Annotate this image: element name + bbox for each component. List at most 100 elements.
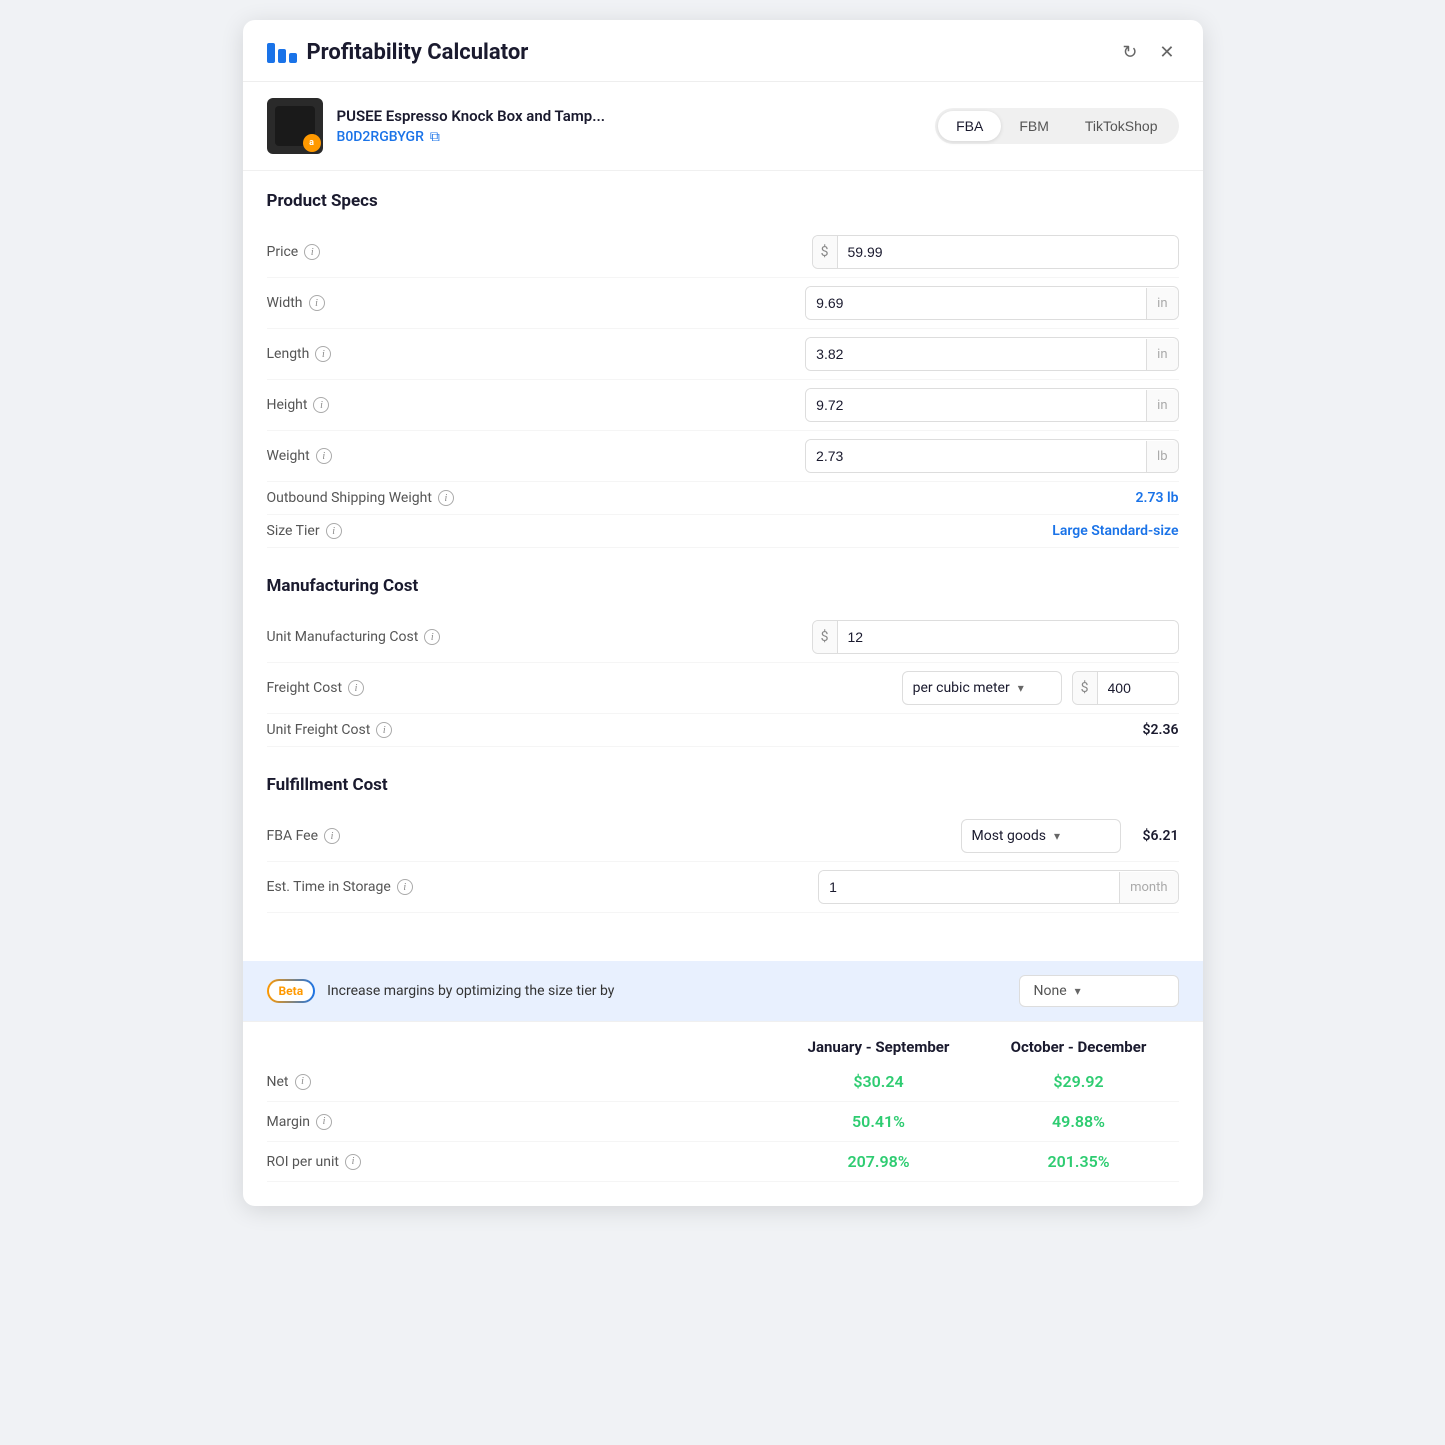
fba-fee-dropdown-value: Most goods bbox=[972, 828, 1046, 844]
length-help-icon: i bbox=[315, 346, 331, 362]
size-tier-value: Large Standard-size bbox=[1052, 523, 1178, 539]
size-tier-row: Size Tier i Large Standard-size bbox=[267, 515, 1179, 548]
weight-input-box: lb bbox=[805, 439, 1178, 473]
content-area: Product Specs Price i $ Width i bbox=[243, 171, 1203, 961]
price-row: Price i $ bbox=[267, 227, 1179, 278]
net-oct-dec-value: $29.92 bbox=[979, 1072, 1179, 1091]
size-tier-help-icon: i bbox=[326, 523, 342, 539]
height-input[interactable] bbox=[806, 389, 1146, 421]
result-row-net: Net i $30.24 $29.92 bbox=[267, 1062, 1179, 1102]
unit-freight-cost-row: Unit Freight Cost i $2.36 bbox=[267, 714, 1179, 747]
height-suffix: in bbox=[1146, 390, 1177, 421]
result-row-margin: Margin i 50.41% 49.88% bbox=[267, 1102, 1179, 1142]
unit-manufacturing-cost-help-icon: i bbox=[424, 629, 440, 645]
tab-fba[interactable]: FBA bbox=[938, 111, 1001, 141]
copy-icon[interactable]: ⧉ bbox=[430, 129, 440, 145]
freight-cost-dropdown[interactable]: per cubic meter ▾ bbox=[902, 671, 1062, 705]
freight-cost-amount-input[interactable] bbox=[1098, 672, 1178, 704]
unit-manufacturing-cost-input-box: $ bbox=[812, 620, 1179, 654]
freight-cost-amount-box: $ bbox=[1072, 671, 1179, 705]
refresh-button[interactable]: ↻ bbox=[1118, 38, 1141, 67]
roi-label: ROI per unit i bbox=[267, 1154, 779, 1170]
unit-freight-cost-help-icon: i bbox=[376, 722, 392, 738]
beta-text: Increase margins by optimizing the size … bbox=[327, 983, 1006, 999]
margin-help-icon: i bbox=[316, 1114, 332, 1130]
weight-label: Weight i bbox=[267, 448, 332, 464]
unit-manufacturing-cost-input[interactable] bbox=[838, 621, 1178, 653]
size-tier-label: Size Tier i bbox=[267, 523, 342, 539]
freight-cost-row: Freight Cost i per cubic meter ▾ $ bbox=[267, 663, 1179, 714]
price-help-icon: i bbox=[304, 244, 320, 260]
est-time-storage-input-box: month bbox=[818, 870, 1178, 904]
fulfillment-cost-title: Fulfillment Cost bbox=[267, 775, 1179, 795]
est-time-storage-help-icon: i bbox=[397, 879, 413, 895]
results-header-row: January - September October - December bbox=[267, 1038, 1179, 1056]
width-help-icon: i bbox=[309, 295, 325, 311]
freight-cost-label: Freight Cost i bbox=[267, 680, 365, 696]
price-input[interactable] bbox=[838, 236, 1178, 268]
amazon-badge: a bbox=[303, 134, 321, 152]
close-button[interactable]: ✕ bbox=[1155, 38, 1178, 67]
fba-fee-right: Most goods ▾ $6.21 bbox=[961, 819, 1179, 853]
outbound-shipping-help-icon: i bbox=[438, 490, 454, 506]
product-details: PUSEE Espresso Knock Box and Tamp... B0D… bbox=[337, 107, 606, 145]
freight-cost-chevron-icon: ▾ bbox=[1018, 681, 1024, 695]
size-tier-optimize-dropdown[interactable]: None ▾ bbox=[1019, 975, 1179, 1007]
net-help-icon: i bbox=[295, 1074, 311, 1090]
roi-oct-dec-value: 201.35% bbox=[979, 1152, 1179, 1171]
unit-freight-cost-label: Unit Freight Cost i bbox=[267, 722, 393, 738]
est-time-storage-input[interactable] bbox=[819, 871, 1119, 903]
length-label: Length i bbox=[267, 346, 332, 362]
freight-cost-help-icon: i bbox=[348, 680, 364, 696]
width-row: Width i in bbox=[267, 278, 1179, 329]
weight-suffix: lb bbox=[1146, 441, 1177, 472]
unit-freight-cost-value: $2.36 bbox=[1143, 722, 1179, 738]
product-name: PUSEE Espresso Knock Box and Tamp... bbox=[337, 107, 606, 125]
margin-oct-dec-value: 49.88% bbox=[979, 1112, 1179, 1131]
product-id-row: B0D2RGBYGR ⧉ bbox=[337, 129, 606, 145]
period-label-jan-sep: January - September bbox=[779, 1038, 979, 1056]
size-tier-optimize-value: None bbox=[1034, 983, 1067, 999]
outbound-shipping-label: Outbound Shipping Weight i bbox=[267, 490, 454, 506]
beta-banner: Beta Increase margins by optimizing the … bbox=[243, 961, 1203, 1021]
product-specs-section: Product Specs Price i $ Width i bbox=[267, 191, 1179, 548]
period-label-oct-dec: October - December bbox=[979, 1038, 1179, 1056]
length-input-box: in bbox=[805, 337, 1178, 371]
price-input-box: $ bbox=[812, 235, 1179, 269]
manufacturing-cost-section: Manufacturing Cost Unit Manufacturing Co… bbox=[267, 576, 1179, 747]
outbound-shipping-value: 2.73 lb bbox=[1136, 490, 1179, 506]
logo-icon bbox=[267, 43, 297, 63]
beta-badge: Beta bbox=[267, 979, 316, 1003]
est-time-storage-row: Est. Time in Storage i month bbox=[267, 862, 1179, 913]
height-label: Height i bbox=[267, 397, 330, 413]
weight-help-icon: i bbox=[316, 448, 332, 464]
results-section: January - September October - December N… bbox=[243, 1021, 1203, 1206]
price-label: Price i bbox=[267, 244, 321, 260]
fba-fee-chevron-icon: ▾ bbox=[1054, 829, 1060, 843]
app-title: Profitability Calculator bbox=[307, 40, 529, 65]
margin-label: Margin i bbox=[267, 1114, 779, 1130]
outbound-shipping-row: Outbound Shipping Weight i 2.73 lb bbox=[267, 482, 1179, 515]
product-id-text: B0D2RGBYGR bbox=[337, 129, 424, 145]
freight-cost-amount-prefix: $ bbox=[1073, 672, 1098, 704]
est-time-storage-suffix: month bbox=[1119, 872, 1177, 903]
height-help-icon: i bbox=[313, 397, 329, 413]
net-label: Net i bbox=[267, 1074, 779, 1090]
tab-tiktokshop[interactable]: TikTokShop bbox=[1067, 111, 1176, 141]
tab-fbm[interactable]: FBM bbox=[1001, 111, 1067, 141]
size-tier-optimize-chevron-icon: ▾ bbox=[1075, 984, 1081, 998]
fba-fee-dropdown[interactable]: Most goods ▾ bbox=[961, 819, 1121, 853]
product-specs-title: Product Specs bbox=[267, 191, 1179, 211]
roi-jan-sep-value: 207.98% bbox=[779, 1152, 979, 1171]
net-jan-sep-value: $30.24 bbox=[779, 1072, 979, 1091]
width-input[interactable] bbox=[806, 287, 1146, 319]
weight-input[interactable] bbox=[806, 440, 1146, 472]
unit-manufacturing-cost-label: Unit Manufacturing Cost i bbox=[267, 629, 441, 645]
manufacturing-cost-title: Manufacturing Cost bbox=[267, 576, 1179, 596]
length-input[interactable] bbox=[806, 338, 1146, 370]
height-row: Height i in bbox=[267, 380, 1179, 431]
price-prefix: $ bbox=[813, 236, 838, 268]
fba-fee-help-icon: i bbox=[324, 828, 340, 844]
product-header: a PUSEE Espresso Knock Box and Tamp... B… bbox=[243, 82, 1203, 171]
fba-fee-row: FBA Fee i Most goods ▾ $6.21 bbox=[267, 811, 1179, 862]
